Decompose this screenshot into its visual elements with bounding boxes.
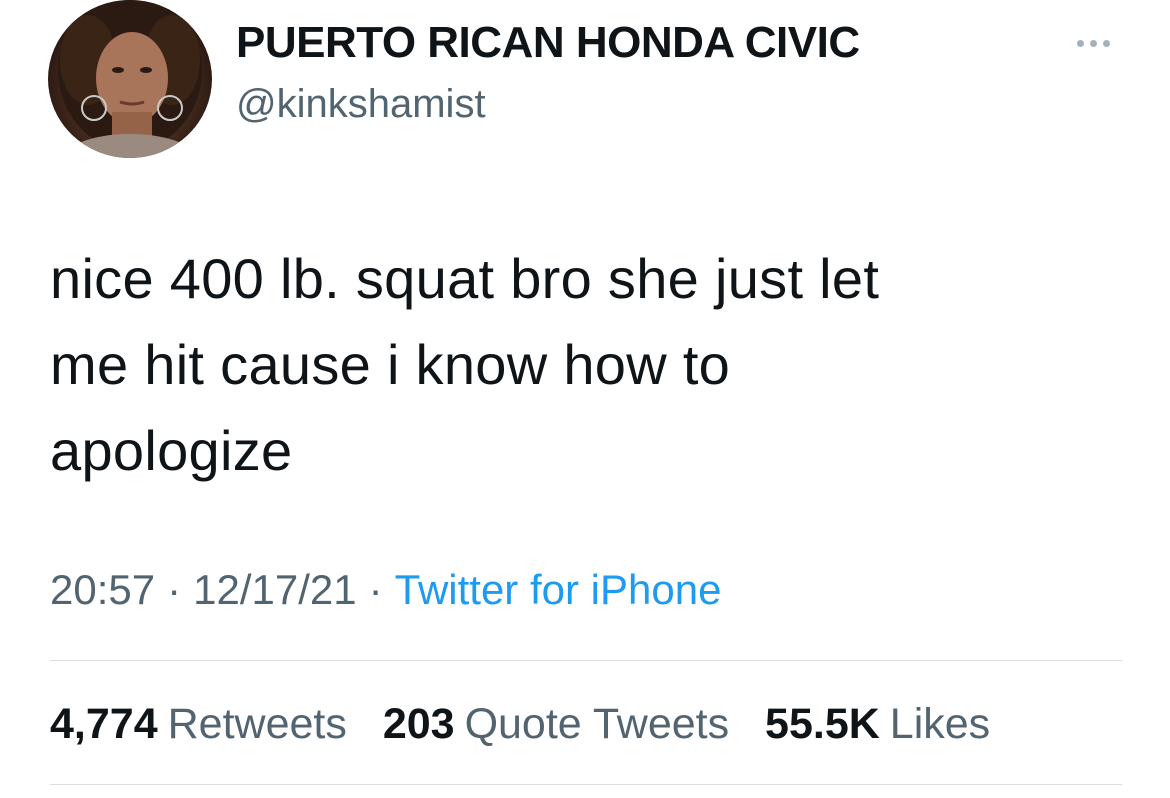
tweet-stats: 4,774 Retweets 203 Quote Tweets 55.5K Likes [50, 700, 1014, 749]
ellipsis-dot [1089, 39, 1097, 47]
quote-tweets-label: Quote Tweets [464, 700, 730, 748]
retweets-count: 4,774 [50, 700, 158, 748]
ellipsis-dot [1076, 39, 1084, 47]
likes-stat[interactable]: 55.5K Likes [765, 700, 990, 748]
tweet-text-line: me hit cause i know how to [50, 333, 731, 396]
divider [50, 660, 1122, 661]
tweet-meta: 20:57 · 12/17/21 · Twitter for iPhone [50, 566, 721, 614]
tweet-text: nice 400 lb. squat bro she just let me h… [50, 236, 1110, 494]
retweets-label: Retweets [167, 700, 347, 748]
likes-label: Likes [889, 700, 991, 748]
tweet-source-link[interactable]: Twitter for iPhone [395, 566, 722, 613]
ellipsis-icon[interactable] [1066, 28, 1120, 58]
quote-tweets-count: 203 [382, 700, 455, 748]
tweet-text-line: nice 400 lb. squat bro she just let [50, 247, 880, 310]
tweet-text-line: apologize [50, 419, 293, 482]
meta-separator: · [167, 566, 182, 613]
divider [50, 784, 1122, 785]
tweet-time[interactable]: 20:57 [50, 566, 155, 613]
quote-tweets-stat[interactable]: 203 Quote Tweets [383, 700, 729, 748]
profile-photo-icon [58, 0, 202, 158]
ellipsis-dot [1102, 39, 1110, 47]
tweet-card: PUERTO RICAN HONDA CIVIC @kinkshamist ni… [0, 0, 1170, 798]
tweet-date[interactable]: 12/17/21 [193, 566, 357, 613]
retweets-stat[interactable]: 4,774 Retweets [50, 700, 347, 748]
user-handle[interactable]: @kinkshamist [236, 82, 486, 127]
avatar[interactable] [48, 0, 212, 158]
meta-separator: · [368, 566, 383, 613]
display-name[interactable]: PUERTO RICAN HONDA CIVIC [236, 18, 860, 68]
likes-count: 55.5K [765, 700, 880, 748]
